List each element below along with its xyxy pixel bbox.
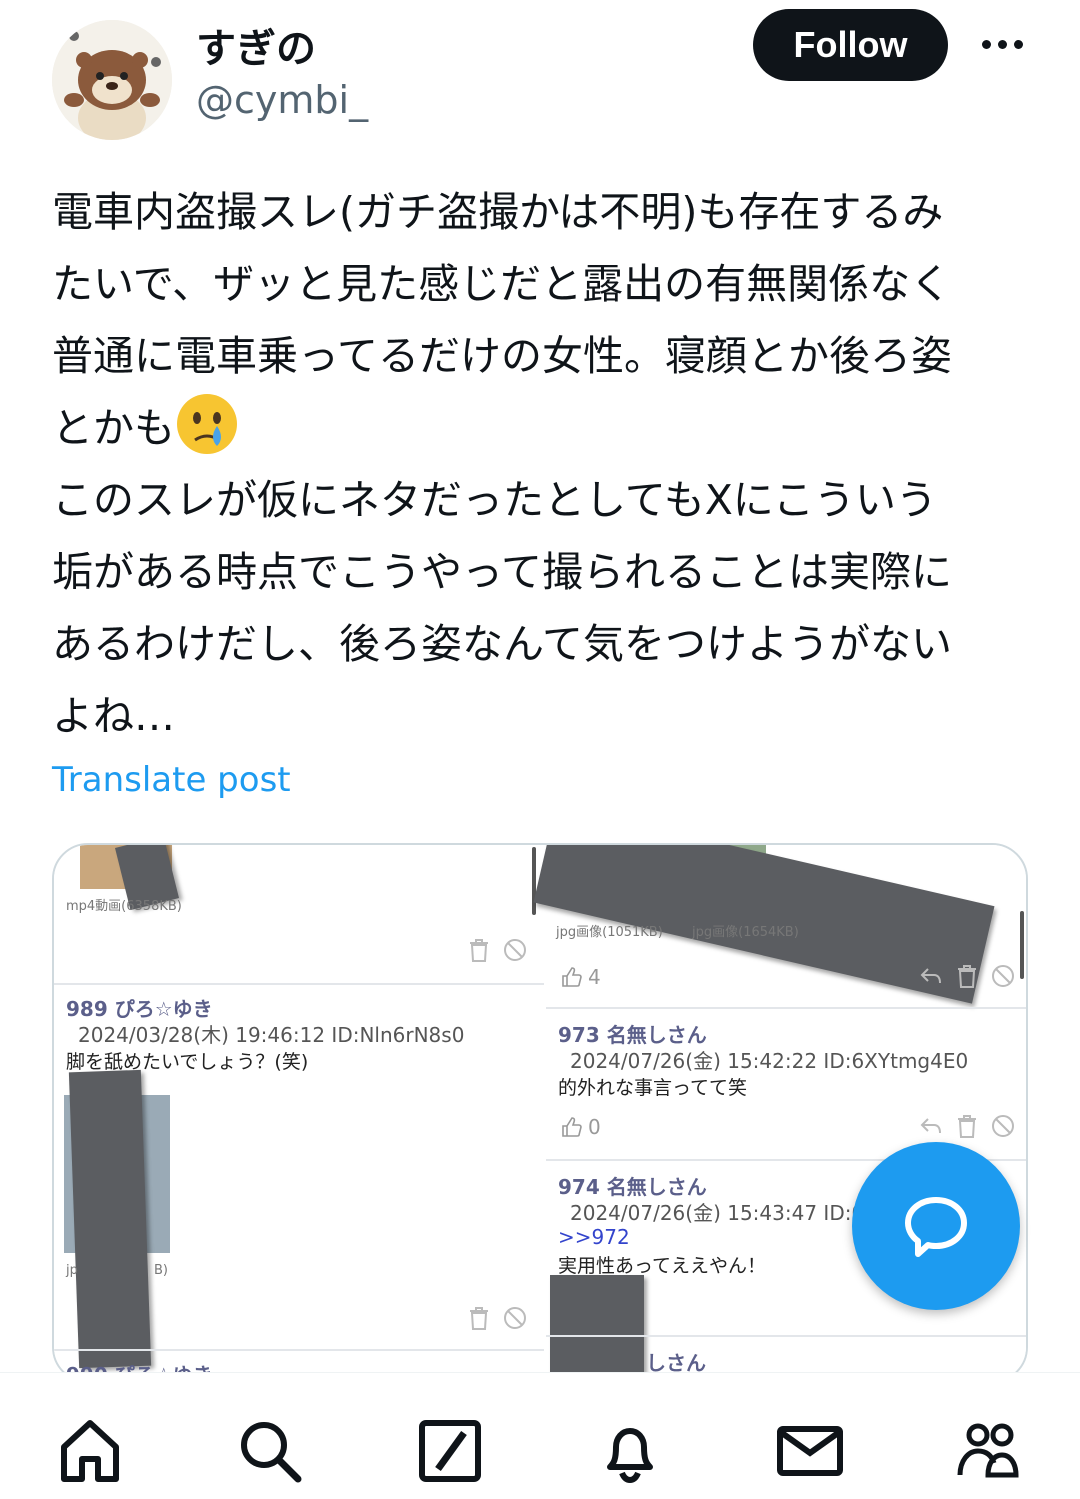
nav-search[interactable]: [230, 1411, 310, 1491]
more-options-icon[interactable]: [975, 24, 1029, 64]
search-icon: [241, 1422, 302, 1483]
avatar[interactable]: [52, 20, 172, 140]
post-header: すぎの @cymbi_ Follow: [0, 0, 1080, 150]
otter-avatar-icon: [52, 20, 172, 140]
thread-entry: [546, 1009, 1026, 1161]
nav-communities[interactable]: [950, 1411, 1030, 1491]
dot: [997, 39, 1007, 49]
bell-icon: [607, 1428, 653, 1484]
post-line: 普通に電車乗ってるだけの女性。寝顔とか後ろ姿: [52, 332, 952, 380]
compose-reply-icon: [905, 1197, 967, 1257]
nav-notifications[interactable]: [590, 1411, 670, 1491]
user-handle[interactable]: @cymbi_: [196, 78, 368, 122]
nav-grok[interactable]: [410, 1411, 490, 1491]
people-icon: [957, 1423, 1019, 1478]
display-name[interactable]: すぎの: [196, 16, 316, 74]
media-image-left[interactable]: mp4動画(6358KB) 989 ぴろ☆ゆき 2024/03/28(木) 19…: [54, 845, 544, 1381]
post-line: あるわけだし、後ろ姿なんて気をつけようがない: [52, 620, 952, 668]
post-line: よね…: [52, 692, 175, 740]
media-attachment[interactable]: mp4動画(6358KB) 989 ぴろ☆ゆき 2024/03/28(木) 19…: [52, 843, 1028, 1383]
translate-post-link[interactable]: Translate post: [52, 760, 291, 800]
thread-entry: [546, 845, 1026, 1009]
dot: [1013, 39, 1023, 49]
nav-messages[interactable]: [770, 1411, 850, 1491]
grok-icon: [419, 1420, 481, 1482]
scrollbar[interactable]: [532, 847, 536, 915]
scrollbar[interactable]: [1020, 911, 1024, 979]
thread-entry: [54, 985, 544, 1351]
post-text: 電車内盗撮スレ(ガチ盗撮かは不明)も存在するみ たいで、ザッと見た感じだと露出の…: [52, 176, 1032, 752]
follow-button[interactable]: Follow: [753, 9, 948, 81]
mail-icon: [777, 1426, 843, 1476]
bottom-navigation: [0, 1372, 1080, 1499]
post-line: 電車内盗撮スレ(ガチ盗撮かは不明)も存在するみ: [52, 188, 944, 236]
post-line: 垢がある時点でこうやって撮られることは実際に: [52, 548, 952, 596]
post-line: たいで、ザッと見た感じだと露出の有無関係なく: [52, 260, 952, 308]
dot: [981, 39, 991, 49]
thread-entry: [54, 845, 544, 985]
post-line: このスレが仮にネタだったとしてもXにこういう: [52, 476, 937, 524]
compose-reply-button[interactable]: [852, 1142, 1020, 1310]
crying-face-icon: [177, 394, 237, 454]
nav-home[interactable]: [50, 1411, 130, 1491]
home-icon: [61, 1420, 119, 1482]
post-line: とかも: [52, 404, 175, 452]
